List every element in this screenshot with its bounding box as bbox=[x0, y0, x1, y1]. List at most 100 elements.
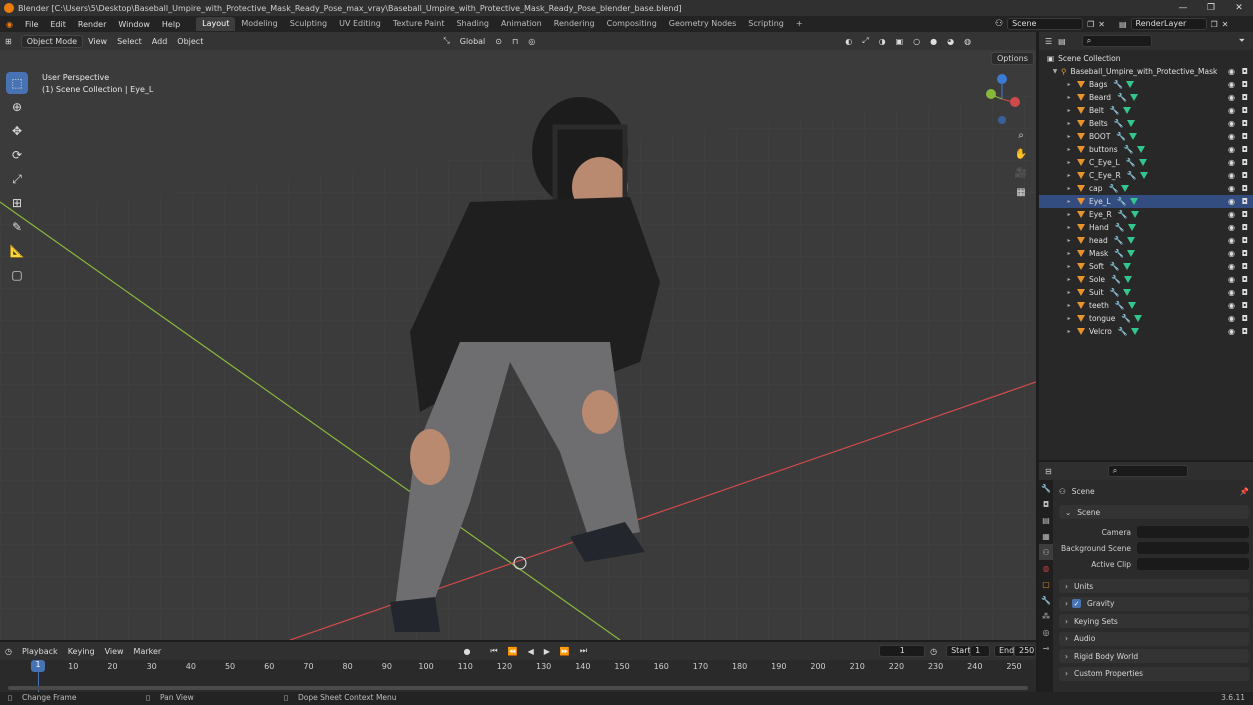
render-camera-icon[interactable]: ◘ bbox=[1242, 288, 1248, 297]
record-icon[interactable]: ● bbox=[459, 647, 476, 656]
3d-viewport[interactable]: ⊞ Object Mode View Select Add Object ⤡ G… bbox=[0, 32, 1036, 640]
visibility-eye-icon[interactable]: ◉ bbox=[1228, 184, 1235, 193]
delete-view-layer-icon[interactable]: ✕ bbox=[1222, 20, 1229, 29]
pivot-icon[interactable]: ⊙ bbox=[490, 37, 507, 46]
scene-field[interactable]: Scene bbox=[1007, 18, 1084, 30]
outliner-row-object[interactable]: ▸ Velcro 🔧 ◉ ◘ bbox=[1039, 325, 1253, 338]
visibility-eye-icon[interactable]: ◉ bbox=[1228, 119, 1235, 128]
render-tab-icon[interactable]: ◘ bbox=[1039, 496, 1053, 512]
preview-range-icon[interactable]: ◷ bbox=[925, 647, 942, 656]
timeline-scrollbar[interactable] bbox=[8, 686, 1028, 690]
visibility-eye-icon[interactable]: ◉ bbox=[1228, 171, 1235, 180]
play-reverse-icon[interactable]: ◀ bbox=[523, 647, 539, 656]
current-frame-indicator[interactable]: 1 bbox=[31, 660, 45, 672]
outliner-row-object[interactable]: ▸ Hand 🔧 ◉ ◘ bbox=[1039, 221, 1253, 234]
panel-header[interactable]: › Units bbox=[1059, 579, 1249, 593]
camera-view-icon[interactable]: 🎥 bbox=[1013, 165, 1029, 181]
visibility-eye-icon[interactable]: ◉ bbox=[1228, 249, 1235, 258]
xray-icon[interactable]: ▣ bbox=[891, 37, 909, 46]
render-camera-icon[interactable]: ◘ bbox=[1242, 301, 1248, 310]
render-camera-icon[interactable]: ◘ bbox=[1242, 314, 1248, 323]
modifier-icon[interactable]: 🔧 bbox=[1111, 275, 1121, 284]
zoom-icon[interactable]: ⌕ bbox=[1013, 127, 1029, 143]
expand-icon[interactable]: ▸ bbox=[1065, 328, 1073, 335]
outliner-row-object[interactable]: ▸ Mask 🔧 ◉ ◘ bbox=[1039, 247, 1253, 260]
tool-tab-icon[interactable]: 🔧 bbox=[1039, 480, 1053, 496]
mesh-data-icon[interactable] bbox=[1126, 237, 1135, 244]
overlay-icon[interactable]: ◑ bbox=[874, 37, 891, 46]
active-clip-field[interactable] bbox=[1137, 558, 1249, 570]
render-camera-icon[interactable]: ◘ bbox=[1242, 145, 1248, 154]
visibility-eye-icon[interactable]: ◉ bbox=[1228, 197, 1235, 206]
visibility-eye-icon[interactable]: ◉ bbox=[1228, 210, 1235, 219]
modifier-icon[interactable]: 🔧 bbox=[1114, 236, 1124, 245]
mesh-data-icon[interactable] bbox=[1126, 81, 1135, 88]
timeline[interactable]: ◷ Playback Keying View Marker ● ⏮ ⏪ ◀ ▶ … bbox=[0, 642, 1036, 692]
annotate-icon[interactable]: ✎ bbox=[6, 216, 28, 238]
object-mode-dropdown[interactable]: Object Mode bbox=[20, 34, 84, 48]
expand-icon[interactable]: ▸ bbox=[1065, 185, 1073, 192]
proportional-edit-icon[interactable]: ◎ bbox=[523, 37, 540, 46]
mesh-data-icon[interactable] bbox=[1121, 185, 1130, 192]
outliner-row-object[interactable]: ▸ BOOT 🔧 ◉ ◘ bbox=[1039, 130, 1253, 143]
render-camera-icon[interactable]: ◘ bbox=[1242, 249, 1248, 258]
menu-add[interactable]: Add bbox=[147, 37, 173, 46]
expand-icon[interactable]: ▸ bbox=[1065, 289, 1073, 296]
visibility-eye-icon[interactable]: ◉ bbox=[1228, 106, 1235, 115]
modifier-icon[interactable]: 🔧 bbox=[1110, 288, 1120, 297]
prev-keyframe-icon[interactable]: ⏪ bbox=[503, 647, 523, 656]
render-camera-icon[interactable]: ◘ bbox=[1242, 119, 1248, 128]
visibility-eye-icon[interactable]: ◉ bbox=[1228, 223, 1235, 232]
gravity-checkbox[interactable]: ✓ bbox=[1072, 599, 1081, 608]
maximize-icon[interactable]: ❐ bbox=[1197, 0, 1225, 16]
outliner-row-object[interactable]: ▸ Soft 🔧 ◉ ◘ bbox=[1039, 260, 1253, 273]
outliner-row-object[interactable]: ▸ Eye_L 🔧 ◉ ◘ bbox=[1039, 195, 1253, 208]
timeline-editor-icon[interactable]: ◷ bbox=[0, 647, 17, 656]
shading-solid-icon[interactable]: ● bbox=[925, 37, 942, 46]
expand-icon[interactable]: ▸ bbox=[1065, 224, 1073, 231]
mesh-data-icon[interactable] bbox=[1138, 159, 1147, 166]
outliner-row-object[interactable]: ▸ Suit 🔧 ◉ ◘ bbox=[1039, 286, 1253, 299]
mesh-data-icon[interactable] bbox=[1122, 289, 1131, 296]
display-mode-icon[interactable]: ▤ bbox=[1058, 37, 1066, 46]
visibility-eye-icon[interactable]: ◉ bbox=[1228, 145, 1235, 154]
expand-icon[interactable]: ▸ bbox=[1065, 172, 1073, 179]
tab-sculpting[interactable]: Sculpting bbox=[284, 17, 333, 31]
visibility-eye-icon[interactable]: ◉ bbox=[1228, 80, 1235, 89]
outliner-row-object[interactable]: ▸ Belts 🔧 ◉ ◘ bbox=[1039, 117, 1253, 130]
transform-orientation-icon[interactable]: ⤡ bbox=[438, 36, 454, 46]
modifier-icon[interactable]: 🔧 bbox=[1115, 301, 1125, 310]
render-camera-icon[interactable]: ◘ bbox=[1242, 197, 1248, 206]
move-icon[interactable]: ✥ bbox=[6, 120, 28, 142]
menu-view[interactable]: View bbox=[83, 37, 112, 46]
menu-render[interactable]: Render bbox=[72, 20, 112, 29]
mesh-data-icon[interactable] bbox=[1130, 328, 1139, 335]
render-camera-icon[interactable]: ◘ bbox=[1242, 132, 1248, 141]
expand-icon[interactable]: ▸ bbox=[1065, 120, 1073, 127]
mesh-data-icon[interactable] bbox=[1129, 133, 1138, 140]
camera-field[interactable] bbox=[1137, 526, 1249, 538]
cursor-icon[interactable]: ⊕ bbox=[6, 96, 28, 118]
pan-hand-icon[interactable]: ✋ bbox=[1013, 146, 1029, 162]
menu-window[interactable]: Window bbox=[112, 20, 156, 29]
tab-shading[interactable]: Shading bbox=[450, 17, 495, 31]
rotate-icon[interactable]: ⟳ bbox=[6, 144, 28, 166]
render-camera-icon[interactable]: ◘ bbox=[1242, 223, 1248, 232]
visibility-eye-icon[interactable]: ◉ bbox=[1228, 275, 1235, 284]
outliner-row-object[interactable]: ▸ Belt 🔧 ◉ ◘ bbox=[1039, 104, 1253, 117]
start-field[interactable]: 1 bbox=[970, 645, 990, 657]
tab-layout[interactable]: Layout bbox=[196, 17, 236, 31]
modifier-icon[interactable]: 🔧 bbox=[1114, 249, 1124, 258]
render-camera-icon[interactable]: ◘ bbox=[1242, 93, 1248, 102]
visibility-eye-icon[interactable]: ◉ bbox=[1228, 301, 1235, 310]
expand-icon[interactable]: ▸ bbox=[1065, 146, 1073, 153]
particles-tab-icon[interactable]: ⁂ bbox=[1039, 608, 1053, 624]
tab-modeling[interactable]: Modeling bbox=[235, 17, 283, 31]
minimize-icon[interactable]: — bbox=[1169, 0, 1197, 16]
add-cube-icon[interactable]: ▢ bbox=[6, 264, 28, 286]
modifier-tab-icon[interactable]: 🔧 bbox=[1039, 592, 1053, 608]
menu-playback[interactable]: Playback bbox=[17, 647, 63, 656]
render-camera-icon[interactable]: ◘ bbox=[1242, 106, 1248, 115]
modifier-icon[interactable]: 🔧 bbox=[1115, 223, 1125, 232]
expand-icon[interactable]: ▸ bbox=[1065, 315, 1073, 322]
